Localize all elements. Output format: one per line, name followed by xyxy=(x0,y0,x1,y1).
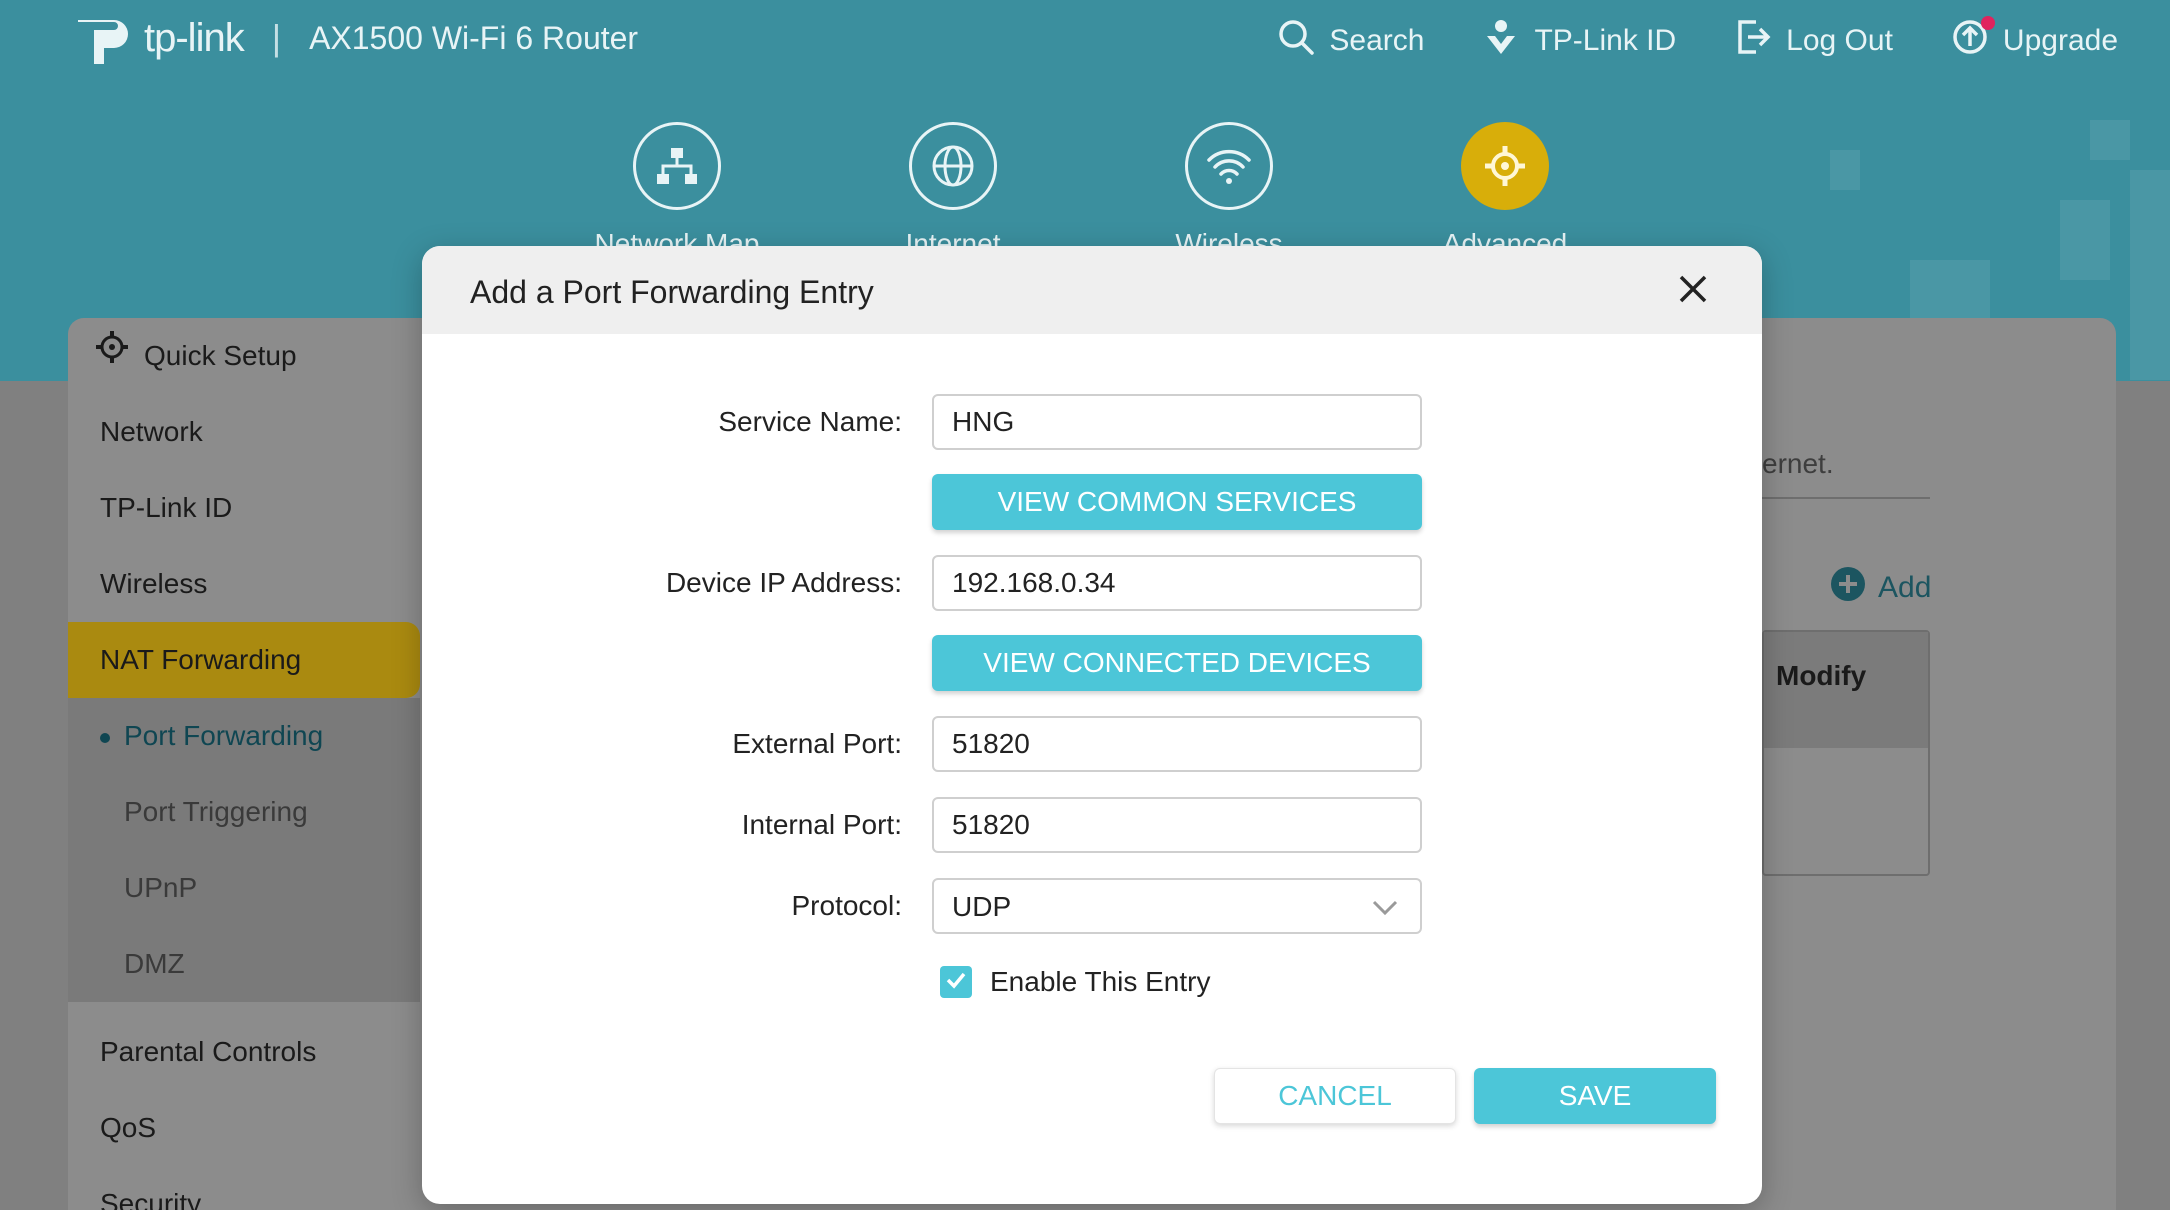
tplink-logo-icon xyxy=(66,6,138,70)
header-links: Search TP-Link ID Log Out Upgrade xyxy=(1277,16,2118,64)
gear-icon xyxy=(1461,122,1549,210)
view-common-services-button[interactable]: VIEW COMMON SERVICES xyxy=(932,474,1422,530)
plus-circle-icon xyxy=(1830,566,1866,610)
main-nav: Network Map Internet Wireless Advanced xyxy=(0,122,2170,259)
enable-entry-row[interactable]: Enable This Entry xyxy=(940,966,1211,998)
wifi-icon xyxy=(1185,122,1273,210)
close-icon xyxy=(1676,275,1710,310)
sidebar-item-tplink-id[interactable]: TP-Link ID xyxy=(68,470,420,546)
nav-advanced[interactable]: Advanced xyxy=(1405,122,1605,260)
sidebar-item-wireless[interactable]: Wireless xyxy=(68,546,420,622)
sidebar-subitem-port-triggering[interactable]: Port Triggering xyxy=(68,774,420,850)
cancel-button[interactable]: CANCEL xyxy=(1214,1068,1456,1124)
external-port-label: External Port: xyxy=(732,728,902,759)
sidebar-subitem-label: Port Forwarding xyxy=(124,720,324,751)
table-header-modify: Modify xyxy=(1764,632,1928,748)
globe-icon xyxy=(909,122,997,210)
sidebar-item-quick-setup[interactable]: Quick Setup xyxy=(68,318,420,394)
router-model: AX1500 Wi-Fi 6 Router xyxy=(309,19,639,56)
brand-separator: | xyxy=(271,17,282,58)
logout-link[interactable]: Log Out xyxy=(1734,18,1893,64)
add-entry-button[interactable]: Add xyxy=(1830,566,1931,610)
content-divider xyxy=(1762,497,1930,499)
content-description-text: ernet. xyxy=(1762,448,1834,479)
service-name-input[interactable] xyxy=(932,394,1422,450)
chevron-down-icon xyxy=(1370,894,1400,920)
protocol-selected-value: UDP xyxy=(952,891,1012,922)
add-entry-label: Add xyxy=(1878,571,1932,604)
network-map-icon xyxy=(633,122,721,210)
internal-port-input[interactable] xyxy=(932,797,1422,853)
sidebar-item-qos[interactable]: QoS xyxy=(68,1090,420,1166)
nav-network-map[interactable]: Network Map xyxy=(577,122,777,260)
sidebar: Quick Setup Network TP-Link ID Wireless … xyxy=(68,318,420,1210)
logout-icon xyxy=(1734,18,1772,64)
nav-internet[interactable]: Internet xyxy=(853,122,1053,260)
search-icon xyxy=(1277,18,1315,64)
decor-square xyxy=(1910,260,1990,320)
tplink-id-link[interactable]: TP-Link ID xyxy=(1482,18,1676,64)
external-port-input[interactable] xyxy=(932,716,1422,772)
protocol-select[interactable]: UDP xyxy=(932,878,1422,934)
internal-port-label: Internal Port: xyxy=(741,809,902,840)
protocol-label: Protocol: xyxy=(791,890,903,921)
close-button[interactable] xyxy=(1676,272,1710,306)
sidebar-subgroup: Port Forwarding Port Triggering UPnP DMZ xyxy=(68,698,420,1002)
sidebar-item-network[interactable]: Network xyxy=(68,394,420,470)
search-link[interactable]: Search xyxy=(1277,18,1424,64)
tplink-id-link-label: TP-Link ID xyxy=(1534,24,1677,57)
sidebar-item-label: Quick Setup xyxy=(144,340,297,371)
port-forwarding-table: Modify xyxy=(1762,630,1930,876)
checkmark-icon xyxy=(944,968,968,997)
save-button[interactable]: SAVE xyxy=(1474,1068,1716,1124)
notification-dot xyxy=(1980,16,1995,30)
sidebar-subitem-port-forwarding[interactable]: Port Forwarding xyxy=(68,698,420,774)
tplink-id-icon xyxy=(1482,18,1520,64)
service-name-label: Service Name: xyxy=(718,406,902,437)
port-forwarding-dialog: Add a Port Forwarding Entry Service Name… xyxy=(422,246,1762,1204)
current-bullet xyxy=(100,732,110,743)
brand-name: tp-link xyxy=(144,15,245,60)
dialog-title: Add a Port Forwarding Entry xyxy=(470,274,874,310)
sidebar-subitem-dmz[interactable]: DMZ xyxy=(68,926,420,1002)
search-link-label: Search xyxy=(1329,24,1425,57)
view-connected-devices-button[interactable]: VIEW CONNECTED DEVICES xyxy=(932,635,1422,691)
router-admin-page: tp-link | AX1500 Wi-Fi 6 Router Search T… xyxy=(0,0,2170,1210)
logout-link-label: Log Out xyxy=(1786,24,1893,57)
upgrade-link-label: Upgrade xyxy=(2002,24,2118,57)
nav-wireless[interactable]: Wireless xyxy=(1129,122,1329,260)
brand-logo[interactable]: tp-link | AX1500 Wi-Fi 6 Router xyxy=(66,6,638,70)
device-ip-input[interactable] xyxy=(932,555,1422,611)
sidebar-item-parental-controls[interactable]: Parental Controls xyxy=(68,1014,420,1090)
device-ip-label: Device IP Address: xyxy=(665,567,902,598)
quick-setup-gear-icon xyxy=(94,318,130,394)
enable-entry-checkbox[interactable] xyxy=(940,966,972,998)
upgrade-link[interactable]: Upgrade xyxy=(1951,16,2118,64)
sidebar-subitem-upnp[interactable]: UPnP xyxy=(68,850,420,926)
dialog-header: Add a Port Forwarding Entry xyxy=(422,246,1762,334)
sidebar-item-security[interactable]: Security xyxy=(68,1166,420,1210)
enable-entry-label: Enable This Entry xyxy=(990,966,1211,997)
sidebar-item-nat-forwarding[interactable]: NAT Forwarding xyxy=(68,622,420,698)
